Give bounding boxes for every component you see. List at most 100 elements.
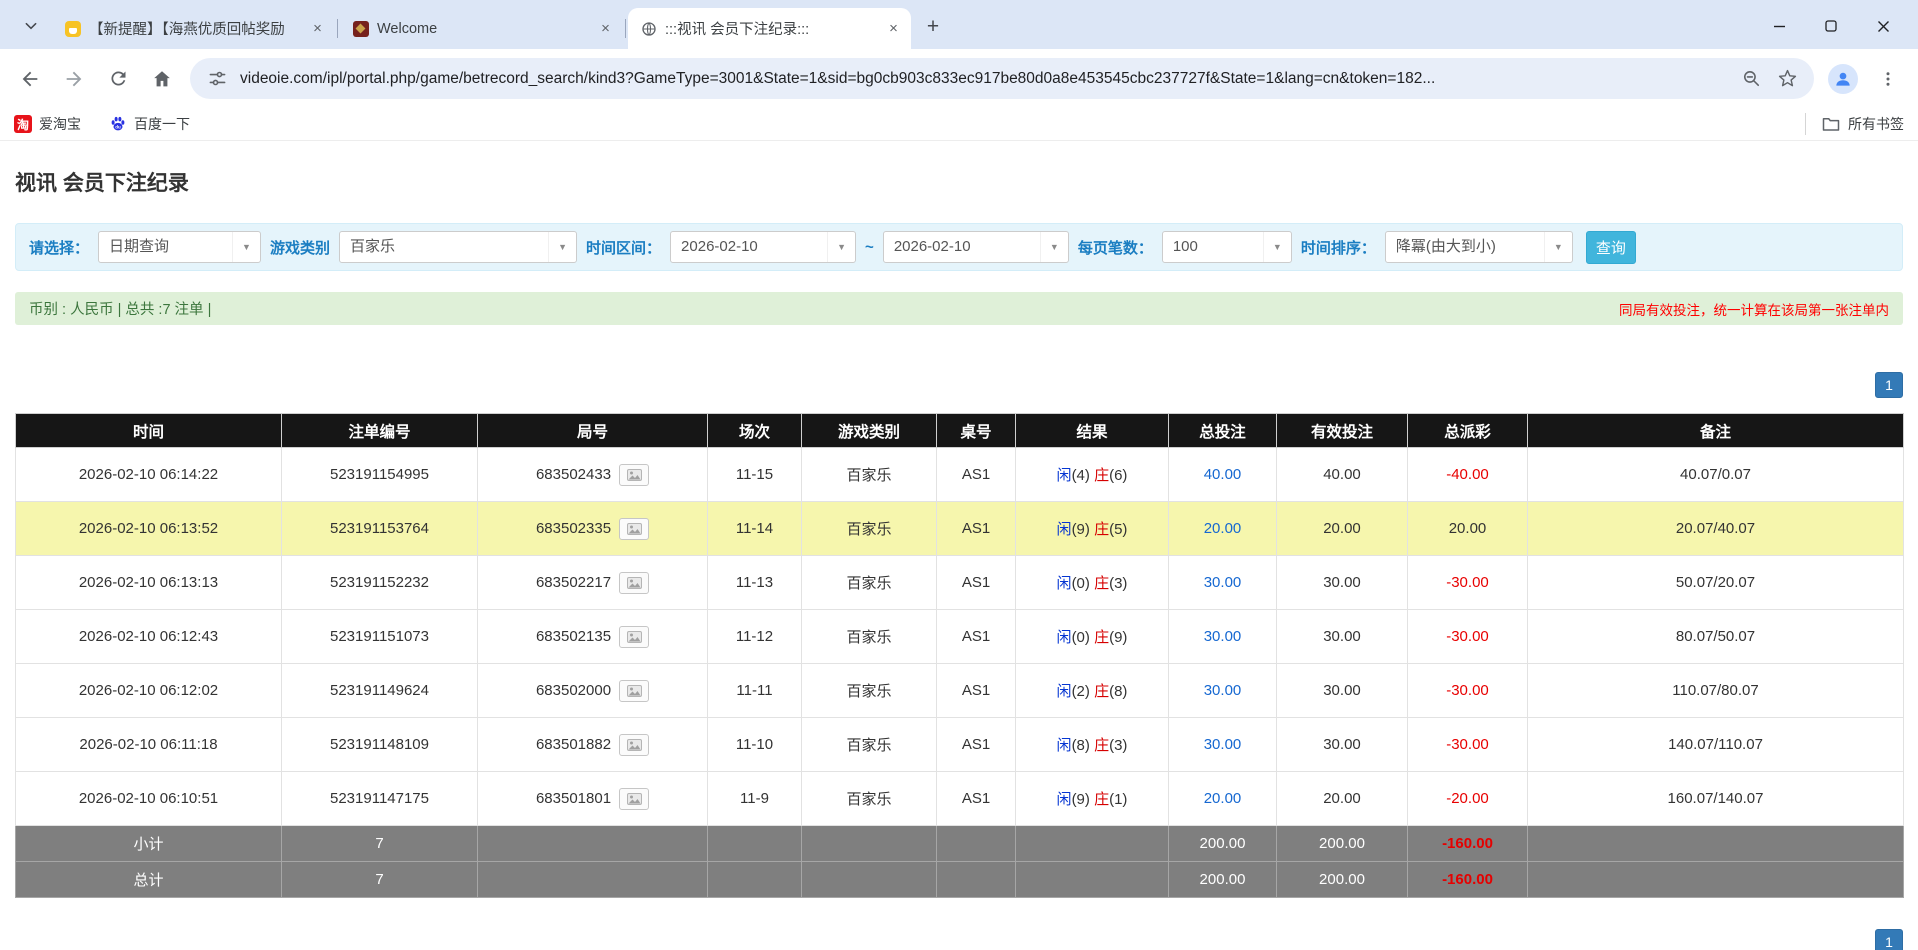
total-bet-link[interactable]: 20.00 [1204, 790, 1242, 807]
home-button[interactable] [142, 59, 182, 99]
tab-haiyan[interactable]: 【新提醒】【海燕优质回帖奖励 × [52, 8, 335, 49]
replay-button[interactable] [619, 680, 649, 702]
tab-title: :::视讯 会员下注纪录::: [665, 18, 876, 39]
cell-payout: 20.00 [1408, 502, 1528, 556]
cell-payout: -30.00 [1408, 718, 1528, 772]
replay-video-icon [627, 577, 642, 589]
cell-time: 2026-02-10 06:13:52 [16, 502, 282, 556]
cell-bet-id: 523191153764 [282, 502, 478, 556]
cell-valid-bet: 20.00 [1277, 772, 1408, 826]
cell-table-no: AS1 [937, 610, 1016, 664]
tab-strip: 【新提醒】【海燕优质回帖奖励 × Welcome × :::视讯 会员下注纪录:… [0, 0, 1918, 49]
close-window-button[interactable] [1876, 19, 1890, 33]
chevron-down-icon: ▼ [1263, 232, 1291, 262]
forward-button[interactable] [54, 59, 94, 99]
sort-order-select[interactable]: 降冪(由大到小) ▼ [1385, 231, 1573, 263]
banker-result: 庄 [1094, 467, 1109, 484]
close-icon[interactable]: × [884, 19, 903, 38]
bookmark-star-icon[interactable] [1774, 66, 1800, 92]
cell-bet-id: 523191154995 [282, 448, 478, 502]
cell-empty [937, 862, 1016, 898]
tab-search-button[interactable] [16, 11, 46, 41]
browser-menu-button[interactable] [1868, 59, 1908, 99]
cell-time: 2026-02-10 06:12:43 [16, 610, 282, 664]
bookmark-taobao[interactable]: 淘 爱淘宝 [14, 114, 81, 134]
cell-empty [478, 826, 708, 862]
total-bet-link[interactable]: 40.00 [1204, 466, 1242, 483]
query-type-select[interactable]: 日期查询 ▼ [98, 231, 261, 263]
back-button[interactable] [10, 59, 50, 99]
cell-game-type: 百家乐 [802, 502, 937, 556]
page-size-select[interactable]: 100 ▼ [1162, 231, 1292, 263]
maximize-button[interactable] [1824, 19, 1838, 33]
cell-bet-id: 523191148109 [282, 718, 478, 772]
round-number: 683502000 [536, 681, 611, 698]
replay-button[interactable] [619, 572, 649, 594]
cell-total-bet: 30.00 [1169, 556, 1277, 610]
tab-title: 【新提醒】【海燕优质回帖奖励 [89, 18, 300, 39]
cell-game-type: 百家乐 [802, 718, 937, 772]
cell-session: 11-10 [708, 718, 802, 772]
total-bet-link[interactable]: 30.00 [1204, 628, 1242, 645]
replay-button[interactable] [619, 518, 649, 540]
tab-welcome[interactable]: Welcome × [340, 8, 623, 49]
replay-video-icon [627, 793, 642, 805]
address-bar[interactable]: videoie.com/ipl/portal.php/game/betrecor… [190, 58, 1814, 99]
cell-result: 闲(9) 庄(1) [1016, 772, 1169, 826]
cell-total-bet: 20.00 [1169, 502, 1277, 556]
cell-game-type: 百家乐 [802, 772, 937, 826]
chevron-down-icon: ▼ [1040, 232, 1068, 262]
bookmark-label: 爱淘宝 [39, 114, 81, 134]
game-type-select[interactable]: 百家乐 ▼ [339, 231, 577, 263]
currency-summary-text: 币别 : 人民币 | 总共 :7 注单 | [29, 298, 211, 319]
replay-button[interactable] [619, 626, 649, 648]
total-bet-link[interactable]: 30.00 [1204, 574, 1242, 591]
cell-session: 11-9 [708, 772, 802, 826]
bet-records-table: 时间注单编号局号场次游戏类别桌号结果总投注有效投注总派彩备注 2026-02-1… [15, 413, 1904, 898]
page-1-button[interactable]: 1 [1875, 929, 1903, 950]
replay-button[interactable] [619, 734, 649, 756]
page-size-value: 100 [1163, 232, 1263, 262]
date-to-select[interactable]: 2026-02-10 ▼ [883, 231, 1069, 263]
cell-bet-id: 523191151073 [282, 610, 478, 664]
total-bet-link[interactable]: 20.00 [1204, 520, 1242, 537]
maroon-site-icon [352, 20, 369, 37]
cell-game-type: 百家乐 [802, 664, 937, 718]
table-header-cell: 桌号 [937, 414, 1016, 448]
table-header-cell: 场次 [708, 414, 802, 448]
all-bookmarks-button[interactable]: 所有书签 [1805, 113, 1904, 135]
cell-note: 140.07/110.07 [1528, 718, 1904, 772]
url-text[interactable]: videoie.com/ipl/portal.php/game/betrecor… [240, 70, 1728, 88]
tab-betrecord-active[interactable]: :::视讯 会员下注纪录::: × [628, 8, 911, 49]
replay-button[interactable] [619, 788, 649, 810]
subtotal-row: 小计7200.00200.00-160.00 [16, 826, 1904, 862]
minimize-button[interactable] [1772, 19, 1786, 33]
tab-separator [337, 19, 338, 38]
close-icon[interactable]: × [596, 19, 615, 38]
cell-payout: -40.00 [1408, 448, 1528, 502]
date-to-value: 2026-02-10 [884, 232, 1040, 262]
site-settings-icon[interactable] [204, 66, 230, 92]
cell-time: 2026-02-10 06:12:02 [16, 664, 282, 718]
refresh-button[interactable] [98, 59, 138, 99]
cell-bet-id: 523191152232 [282, 556, 478, 610]
sort-order-label: 时间排序： [1301, 237, 1376, 258]
date-from-select[interactable]: 2026-02-10 ▼ [670, 231, 856, 263]
total-bet-link[interactable]: 30.00 [1204, 682, 1242, 699]
search-button[interactable]: 查询 [1586, 231, 1636, 264]
game-type-label: 游戏类别 [270, 237, 330, 258]
close-icon[interactable]: × [308, 19, 327, 38]
page-1-button[interactable]: 1 [1875, 372, 1903, 398]
chevron-down-icon: ▼ [232, 232, 260, 262]
total-bet-link[interactable]: 30.00 [1204, 736, 1242, 753]
bookmark-baidu[interactable]: du 百度一下 [109, 114, 190, 134]
replay-button[interactable] [619, 464, 649, 486]
all-bookmarks-label: 所有书签 [1848, 114, 1904, 134]
cell-time: 2026-02-10 06:13:13 [16, 556, 282, 610]
profile-avatar[interactable] [1828, 64, 1858, 94]
table-header-cell: 游戏类别 [802, 414, 937, 448]
zoom-level-icon[interactable] [1738, 66, 1764, 92]
table-header-cell: 总投注 [1169, 414, 1277, 448]
cell-total-bet: 40.00 [1169, 448, 1277, 502]
new-tab-button[interactable]: + [919, 13, 947, 41]
